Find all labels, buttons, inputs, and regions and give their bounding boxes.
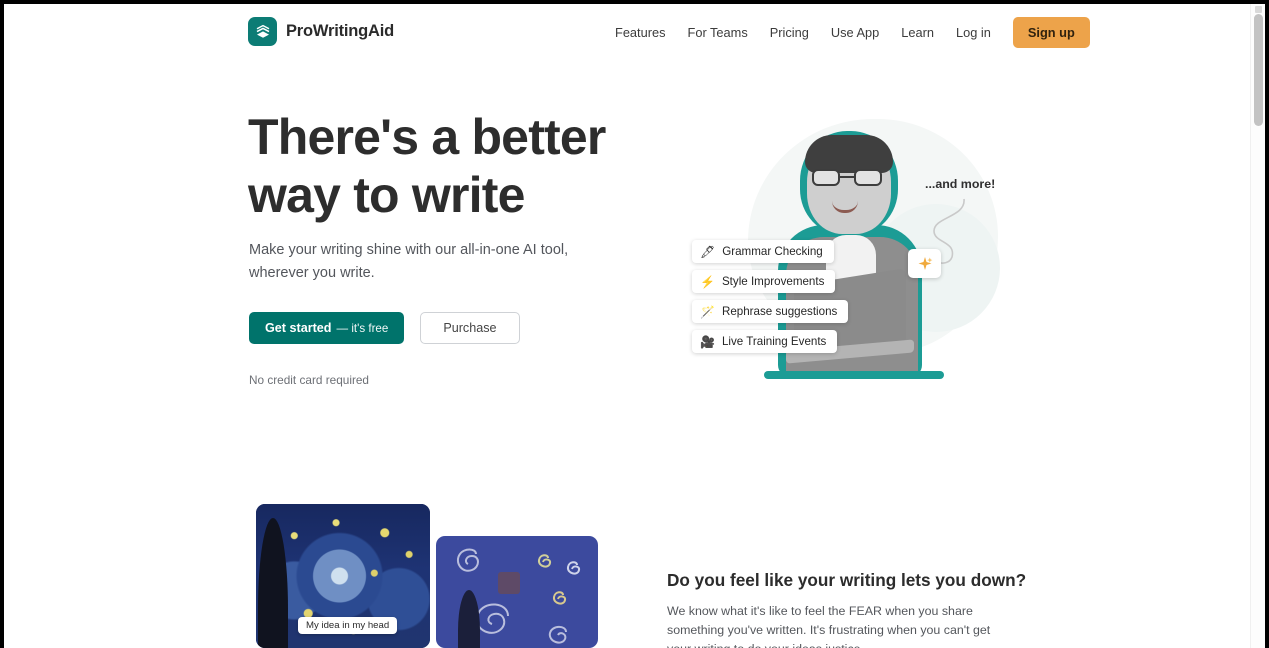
hero-title-line-1: There's a better (248, 109, 606, 165)
sparkle-icon (908, 249, 941, 278)
get-started-button[interactable]: Get started — it's free (249, 312, 405, 344)
lightning-bolt-icon: ⚡ (700, 274, 715, 289)
feature-pill-label: Live Training Events (721, 335, 827, 348)
hero-cta-group: Get started — it's free Purchase (249, 312, 520, 344)
no-credit-card-note: No credit card required (249, 373, 369, 387)
star-icon (537, 554, 552, 568)
hero-illustration: 🖋 Grammar Checking ⚡ Style Improvements … (676, 99, 1016, 389)
feature-pill-label: Grammar Checking (722, 245, 823, 258)
image-caption: My idea in my head (298, 617, 398, 634)
swirl-icon (548, 625, 567, 644)
vertical-scrollbar[interactable] (1250, 4, 1265, 648)
glasses-left-lens (812, 169, 840, 186)
teal-floor-bar (764, 371, 944, 379)
sign-up-button[interactable]: Sign up (1012, 17, 1090, 48)
quill-pen-icon: 🖋 (700, 244, 716, 259)
star-icon (552, 591, 567, 605)
glasses-bridge (840, 176, 854, 178)
glasses-icon (812, 169, 886, 186)
feature-pill-live-training-events: 🎥 Live Training Events (692, 330, 838, 353)
scrollbar-thumb[interactable] (1254, 14, 1263, 126)
section-body: We know what it's like to feel the FEAR … (667, 604, 991, 648)
simplified-painting-card (436, 536, 598, 648)
brand-name: ProWritingAid (286, 22, 395, 40)
person-hair (805, 135, 893, 173)
and-more-callout: ...and more! (925, 177, 996, 191)
feature-pill-label: Style Improvements (721, 275, 825, 288)
starry-night-image: My idea in my head (256, 504, 430, 648)
purchase-button[interactable]: Purchase (420, 312, 520, 344)
main-navigation: Features For Teams Pricing Use App Learn… (604, 16, 1090, 49)
feature-pill-grammar-checking: 🖋 Grammar Checking (692, 240, 834, 263)
feature-pill-style-improvements: ⚡ Style Improvements (692, 270, 836, 293)
orange-smudge (498, 572, 520, 594)
nav-link-features[interactable]: Features (604, 16, 677, 49)
nav-link-for-teams[interactable]: For Teams (677, 16, 759, 49)
star-icon (566, 561, 581, 575)
swirl-icon (456, 548, 479, 572)
nav-link-pricing[interactable]: Pricing (759, 16, 820, 49)
webpage: ProWritingAid Features For Teams Pricing… (4, 4, 1250, 648)
site-header: ProWritingAid Features For Teams Pricing… (4, 4, 1250, 60)
browser-viewport: ProWritingAid Features For Teams Pricing… (4, 4, 1265, 648)
get-started-sublabel: — it's free (336, 321, 389, 335)
hero-subtitle: Make your writing shine with our all-in-… (249, 242, 569, 281)
section-title: Do you feel like your writing lets you d… (667, 570, 1027, 590)
nav-link-log-in[interactable]: Log in (945, 16, 1002, 49)
hero-title-line-2: way to write (248, 167, 525, 223)
nav-link-use-app[interactable]: Use App (820, 16, 890, 49)
feature-pill-label: Rephrase suggestions (721, 305, 838, 318)
film-camera-icon: 🎥 (700, 334, 715, 349)
prowritingaid-logo-icon (248, 17, 277, 46)
hero-title: There's a better way to write (248, 108, 668, 224)
magic-wand-icon: 🪄 (700, 304, 715, 319)
scroll-up-arrow[interactable] (1255, 6, 1262, 13)
feature-pill-rephrase-suggestions: 🪄 Rephrase suggestions (692, 300, 849, 323)
brand-logo[interactable]: ProWritingAid (248, 17, 394, 46)
get-started-label: Get started (265, 321, 332, 335)
nav-link-learn[interactable]: Learn (890, 16, 945, 49)
glasses-right-lens (854, 169, 882, 186)
